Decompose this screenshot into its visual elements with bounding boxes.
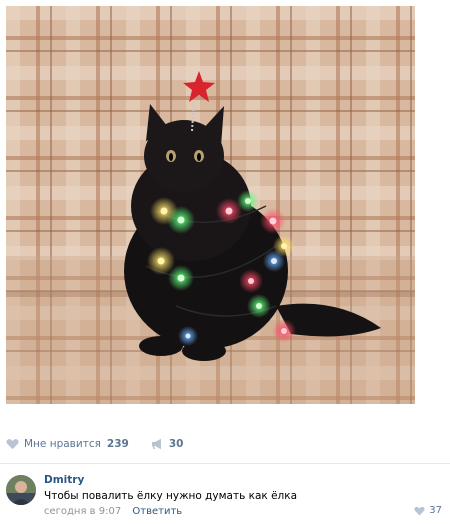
- heart-icon: [6, 439, 19, 450]
- comment-like-count: 37: [429, 505, 442, 516]
- comment-meta: сегодня в 9:07 Ответить: [44, 506, 182, 517]
- heart-icon: [414, 506, 425, 515]
- comment-item: Dmitry Чтобы повалить ёлку нужно думать …: [6, 472, 446, 520]
- comment-timestamp[interactable]: сегодня в 9:07: [44, 506, 121, 517]
- like-count: 239: [106, 438, 129, 450]
- post-actions: Мне нравится 239 30: [6, 436, 183, 452]
- like-label: Мне нравится: [24, 438, 101, 450]
- comment-text: Чтобы повалить ёлку нужно думать как ёлк…: [44, 490, 298, 502]
- avatar[interactable]: [6, 475, 36, 505]
- megaphone-icon: [151, 438, 161, 450]
- share-button[interactable]: 30: [151, 438, 184, 450]
- user-avatar: [6, 475, 36, 505]
- comment-like-button[interactable]: 37: [414, 505, 442, 516]
- post-photo[interactable]: [6, 6, 415, 404]
- reply-link[interactable]: Ответить: [132, 506, 182, 517]
- divider: [0, 463, 450, 464]
- cat-photo-image: [6, 6, 415, 404]
- like-button[interactable]: Мне нравится 239: [6, 438, 129, 450]
- comment-author[interactable]: Dmitry: [44, 474, 84, 486]
- share-count: 30: [168, 438, 184, 450]
